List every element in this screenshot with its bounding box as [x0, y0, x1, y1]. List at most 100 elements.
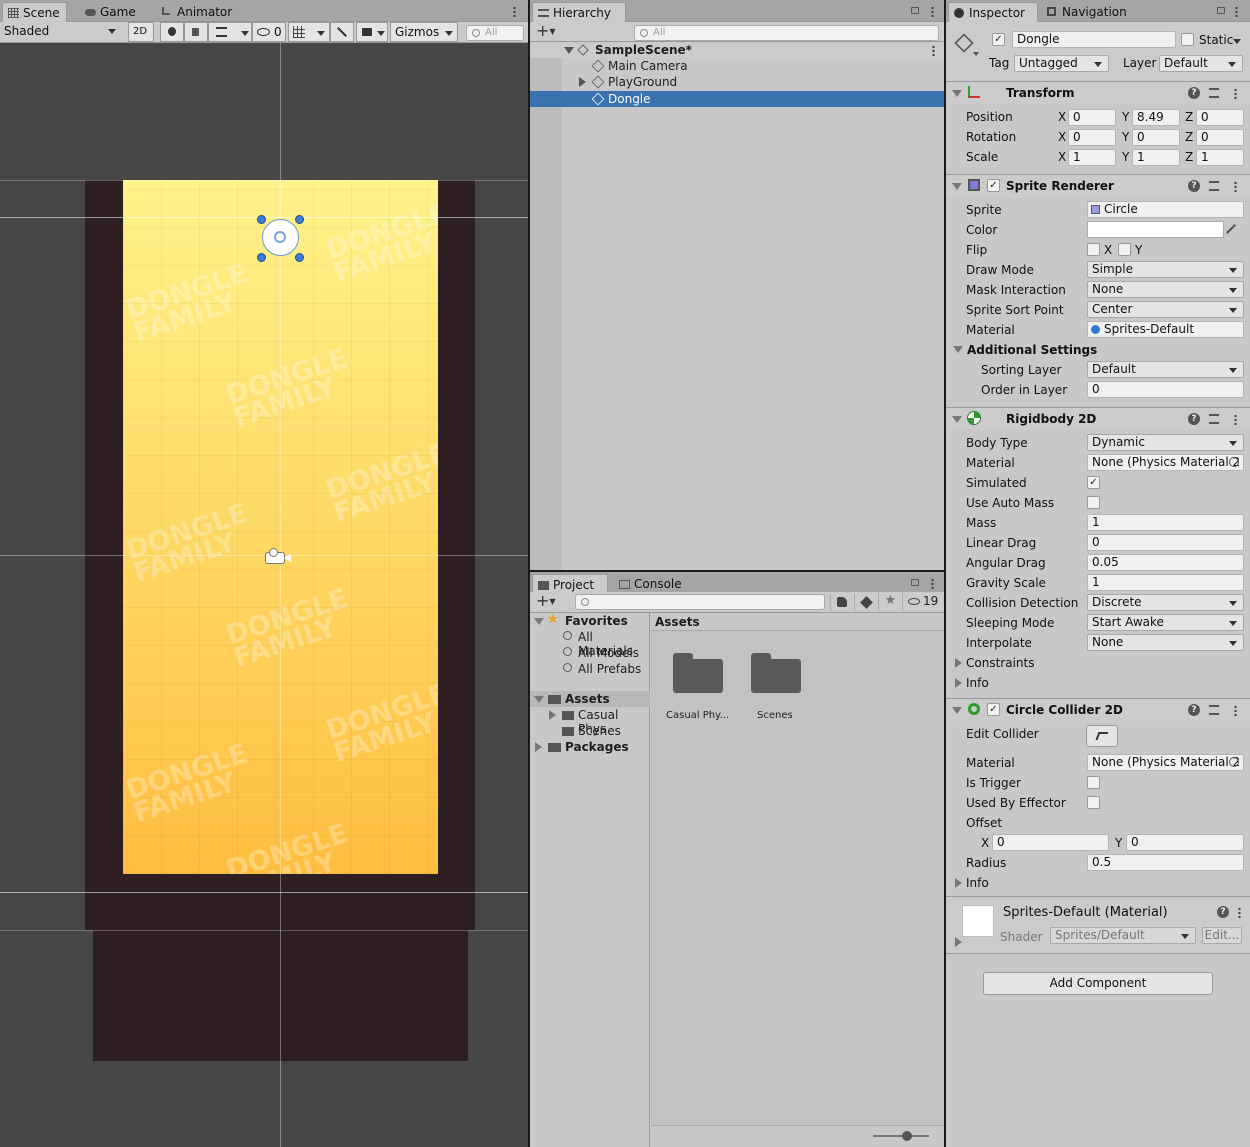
position-y-field[interactable]: 8.49	[1132, 109, 1180, 126]
expand-icon[interactable]	[534, 696, 544, 703]
grid-dropdown[interactable]	[288, 22, 330, 42]
scale-z-field[interactable]: 1	[1196, 149, 1244, 166]
collapse-icon[interactable]	[952, 707, 962, 714]
shading-dropdown[interactable]: Shaded	[0, 22, 122, 42]
flip-y-checkbox[interactable]	[1118, 243, 1131, 256]
expand-icon[interactable]	[955, 878, 962, 888]
hierarchy-search-input[interactable]: All	[634, 25, 939, 41]
scale-y-field[interactable]: 1	[1132, 149, 1180, 166]
help-icon[interactable]: ?	[1188, 413, 1200, 425]
object-name-input[interactable]: Dongle	[1012, 31, 1176, 48]
lock-icon[interactable]	[911, 7, 919, 14]
rigidbody-header[interactable]: Rigidbody 2D ?	[946, 407, 1250, 430]
expand-icon[interactable]	[955, 937, 962, 947]
hierarchy-item-main-camera[interactable]: Main Camera	[530, 58, 944, 74]
gizmos-dropdown[interactable]: Gizmos	[390, 22, 458, 42]
rotation-z-field[interactable]: 0	[1196, 129, 1244, 146]
more-menu-icon[interactable]	[1235, 6, 1238, 17]
constraints-foldout[interactable]: Constraints	[966, 656, 1034, 670]
tools-toggle[interactable]	[330, 22, 354, 42]
zoom-slider-track[interactable]	[873, 1135, 929, 1137]
cc-material-field[interactable]: None (Physics Material 2	[1087, 754, 1244, 771]
position-x-field[interactable]: 0	[1068, 109, 1116, 126]
transform-header[interactable]: Transform ?	[946, 81, 1250, 104]
tab-console[interactable]: Console	[614, 574, 688, 594]
collapse-icon[interactable]	[952, 416, 962, 423]
rotation-x-field[interactable]: 0	[1068, 129, 1116, 146]
help-icon[interactable]: ?	[1188, 180, 1200, 192]
expand-icon[interactable]	[955, 678, 962, 688]
flip-x-checkbox[interactable]	[1087, 243, 1100, 256]
scale-x-field[interactable]: 1	[1068, 149, 1116, 166]
favorite-item[interactable]: All Models	[530, 645, 650, 661]
tag-dropdown[interactable]: Untagged	[1014, 55, 1109, 72]
rect-handle[interactable]	[257, 253, 266, 262]
additional-settings-label[interactable]: Additional Settings	[967, 343, 1097, 357]
help-icon[interactable]: ?	[1217, 906, 1229, 918]
used-by-effector-checkbox[interactable]	[1087, 796, 1100, 809]
tab-game[interactable]: Game	[80, 2, 142, 22]
expand-icon[interactable]	[535, 742, 542, 752]
info-foldout[interactable]: Info	[966, 676, 989, 690]
shader-edit-button[interactable]: Edit...	[1202, 927, 1242, 944]
mass-field[interactable]: 1	[1087, 514, 1244, 531]
rect-handle[interactable]	[295, 215, 304, 224]
sleeping-mode-dropdown[interactable]: Start Awake	[1087, 614, 1244, 631]
position-z-field[interactable]: 0	[1196, 109, 1244, 126]
add-object-button[interactable]: +▼	[536, 22, 558, 42]
use-auto-mass-checkbox[interactable]	[1087, 496, 1100, 509]
collapse-icon[interactable]	[953, 346, 963, 353]
create-asset-button[interactable]: +▼	[536, 592, 558, 612]
favorites-row[interactable]: ★ Favorites	[530, 612, 650, 629]
simulated-checkbox[interactable]: ✓	[1087, 476, 1100, 489]
mask-interaction-dropdown[interactable]: None	[1087, 281, 1244, 298]
material-object-field[interactable]: Sprites-Default	[1087, 321, 1244, 338]
more-menu-icon[interactable]	[931, 578, 934, 589]
help-icon[interactable]: ?	[1188, 87, 1200, 99]
expand-icon[interactable]	[579, 77, 586, 87]
radius-field[interactable]: 0.5	[1087, 854, 1244, 871]
lighting-toggle[interactable]	[160, 22, 184, 42]
layer-dropdown[interactable]: Default	[1159, 55, 1243, 72]
lock-icon[interactable]	[911, 579, 919, 586]
rect-handle[interactable]	[295, 253, 304, 262]
sorting-layer-dropdown[interactable]: Default	[1087, 361, 1244, 378]
camera-dropdown[interactable]	[356, 22, 388, 42]
pivot-handle-icon[interactable]	[274, 231, 286, 243]
collapse-icon[interactable]	[952, 90, 962, 97]
static-checkbox[interactable]	[1181, 33, 1194, 46]
help-icon[interactable]: ?	[1188, 704, 1200, 716]
active-checkbox[interactable]: ✓	[992, 33, 1005, 46]
edit-collider-button[interactable]	[1086, 725, 1118, 747]
packages-row[interactable]: Packages	[530, 739, 650, 755]
lock-icon[interactable]	[1217, 7, 1225, 14]
audio-toggle[interactable]	[184, 22, 208, 42]
expand-icon[interactable]	[534, 618, 544, 625]
favorite-star-icon[interactable]: ★	[878, 593, 902, 611]
presets-icon[interactable]	[1209, 705, 1219, 715]
scene-row[interactable]: SampleScene*	[530, 42, 944, 58]
object-picker-icon[interactable]	[1229, 457, 1239, 467]
body-type-dropdown[interactable]: Dynamic	[1087, 434, 1244, 451]
scene-viewport[interactable]: DONGLE FAMILY DONGLE FAMILY DONGLE FAMIL…	[0, 43, 528, 1147]
asset-tile[interactable]: Scenes	[739, 653, 809, 727]
presets-icon[interactable]	[1209, 181, 1219, 191]
asset-tile[interactable]: Casual Phy...	[661, 653, 731, 727]
angular-drag-field[interactable]: 0.05	[1087, 554, 1244, 571]
more-menu-icon[interactable]	[932, 45, 935, 56]
breadcrumb-assets[interactable]: Assets	[655, 615, 700, 629]
object-picker-icon[interactable]	[1229, 757, 1239, 767]
expand-icon[interactable]	[955, 658, 962, 668]
is-trigger-checkbox[interactable]	[1087, 776, 1100, 789]
label-tag-icon[interactable]	[854, 594, 878, 611]
assets-row[interactable]: Assets	[530, 691, 650, 707]
rotation-y-field[interactable]: 0	[1132, 129, 1180, 146]
shader-dropdown[interactable]: Sprites/Default	[1050, 927, 1196, 944]
circle-collider-header[interactable]: ✓ Circle Collider 2D ?	[946, 698, 1250, 721]
2d-toggle[interactable]: 2D	[128, 22, 154, 42]
favorite-item[interactable]: All Materials	[530, 629, 650, 658]
folder-item[interactable]: Casual Phys	[530, 707, 650, 736]
offset-x-field[interactable]: 0	[992, 834, 1109, 851]
more-menu-icon[interactable]	[1234, 414, 1237, 425]
tab-hierarchy[interactable]: Hierarchy	[532, 2, 626, 22]
